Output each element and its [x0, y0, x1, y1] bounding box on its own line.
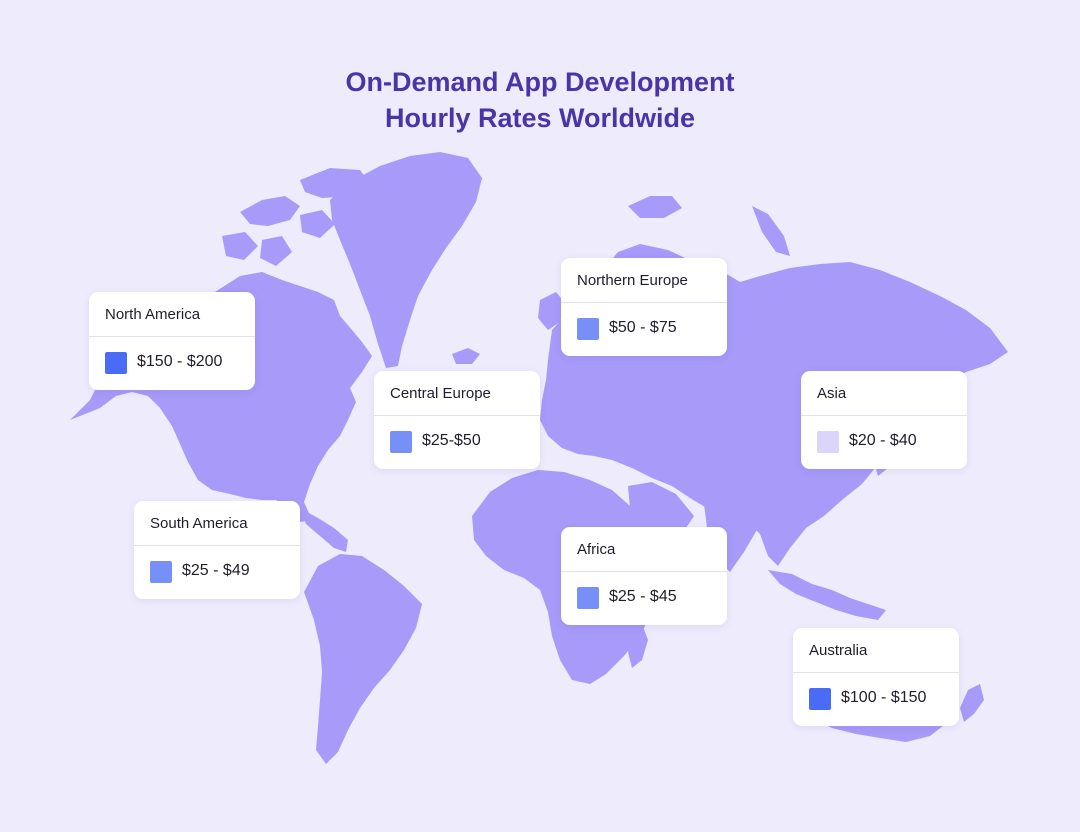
svalbard: [628, 196, 682, 218]
card-divider: [89, 336, 255, 337]
region-card-asia: Asia $20 - $40: [801, 371, 967, 469]
region-card-africa: Africa $25 - $45: [561, 527, 727, 625]
hourly-rate: $150 - $200: [137, 353, 223, 370]
iceland: [452, 348, 480, 364]
hourly-rate: $20 - $40: [849, 432, 917, 449]
south-america-landmass: [304, 554, 422, 764]
region-name: Northern Europe: [577, 272, 688, 289]
rate-color-swatch: [150, 561, 172, 583]
hourly-rate: $25 - $45: [609, 588, 677, 605]
card-divider: [374, 415, 540, 416]
rate-color-swatch: [809, 688, 831, 710]
rate-color-swatch: [390, 431, 412, 453]
hourly-rate: $100 - $150: [841, 689, 927, 706]
hourly-rate: $50 - $75: [609, 319, 677, 336]
new-zealand: [960, 684, 984, 722]
card-divider: [793, 672, 959, 673]
region-name: North America: [105, 306, 201, 323]
region-card-central-europe: Central Europe $25-$50: [374, 371, 540, 469]
region-name: Central Europe: [390, 385, 491, 402]
region-card-south-america: South America $25 - $49: [134, 501, 300, 599]
card-divider: [561, 302, 727, 303]
central-america: [300, 508, 348, 552]
region-name: Africa: [577, 541, 616, 558]
card-divider: [801, 415, 967, 416]
card-divider: [561, 571, 727, 572]
hourly-rate: $25-$50: [422, 432, 481, 449]
hourly-rate: $25 - $49: [182, 562, 250, 579]
region-name: South America: [150, 515, 248, 532]
rate-color-swatch: [105, 352, 127, 374]
card-divider: [134, 545, 300, 546]
southeast-asia-islands: [768, 570, 886, 620]
rate-color-swatch: [817, 431, 839, 453]
region-name: Australia: [809, 642, 868, 659]
rate-color-swatch: [577, 587, 599, 609]
novaya-zemlya: [752, 206, 790, 256]
region-name: Asia: [817, 385, 847, 402]
region-card-north-america: North America $150 - $200: [89, 292, 255, 390]
region-card-australia: Australia $100 - $150: [793, 628, 959, 726]
region-card-northern-europe: Northern Europe $50 - $75: [561, 258, 727, 356]
rate-color-swatch: [577, 318, 599, 340]
